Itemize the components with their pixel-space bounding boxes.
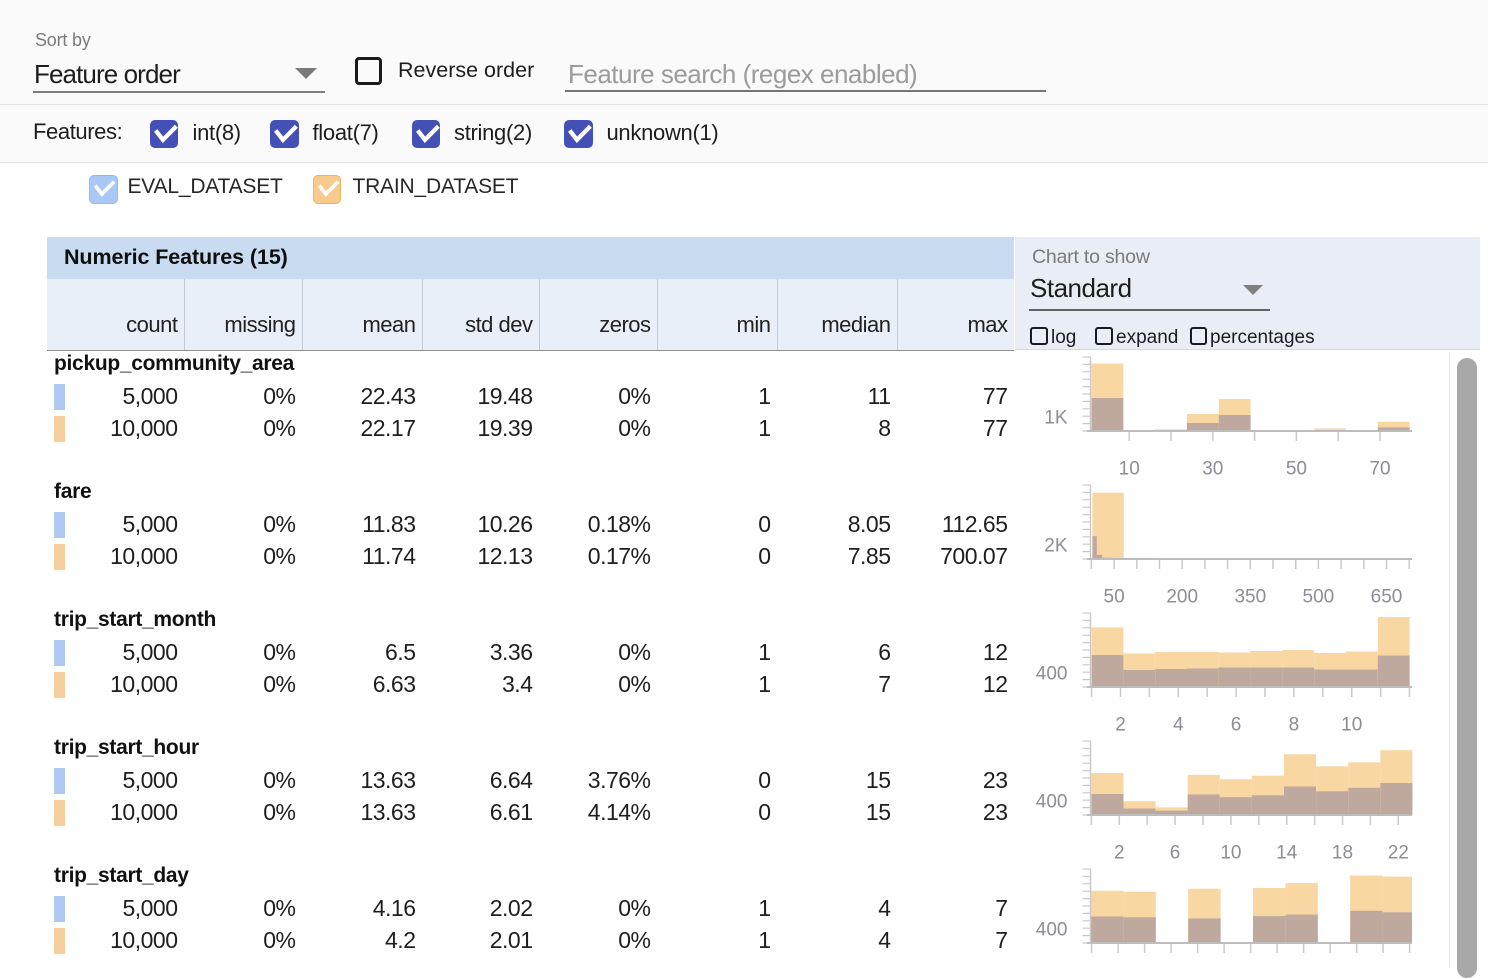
svg-text:400: 400	[1036, 664, 1068, 685]
svg-text:6: 6	[1231, 715, 1242, 736]
svg-text:1K: 1K	[1044, 408, 1068, 429]
svg-text:10: 10	[1119, 459, 1140, 480]
svg-text:650: 650	[1371, 587, 1403, 608]
svg-text:10: 10	[1220, 843, 1241, 864]
svg-text:500: 500	[1303, 587, 1335, 608]
svg-text:18: 18	[1332, 843, 1353, 864]
svg-text:50: 50	[1286, 459, 1307, 480]
svg-text:2K: 2K	[1044, 536, 1068, 557]
svg-text:30: 30	[1202, 459, 1223, 480]
svg-text:200: 200	[1166, 587, 1198, 608]
svg-text:22: 22	[1388, 843, 1409, 864]
svg-text:8: 8	[1289, 715, 1300, 736]
svg-text:2: 2	[1114, 843, 1125, 864]
svg-text:14: 14	[1276, 843, 1298, 864]
svg-text:2: 2	[1115, 715, 1126, 736]
svg-text:4: 4	[1173, 715, 1184, 736]
svg-text:400: 400	[1036, 792, 1068, 813]
svg-text:350: 350	[1234, 587, 1266, 608]
svg-text:6: 6	[1170, 843, 1181, 864]
svg-text:50: 50	[1104, 587, 1125, 608]
svg-text:70: 70	[1369, 459, 1390, 480]
svg-text:400: 400	[1036, 920, 1068, 941]
svg-text:10: 10	[1341, 715, 1362, 736]
